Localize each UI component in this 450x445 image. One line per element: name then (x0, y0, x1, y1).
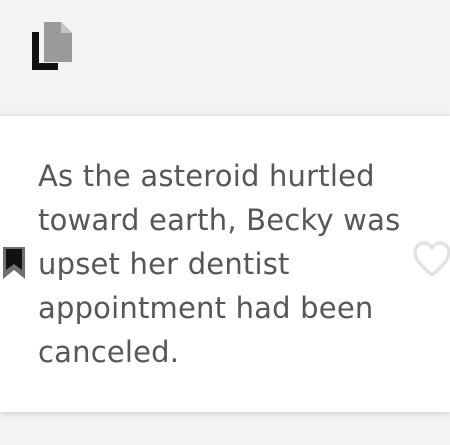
top-bar (0, 0, 450, 100)
sentence-text: As the asteroid hurtled toward earth, Be… (38, 159, 401, 369)
bookmark-icon (3, 247, 25, 279)
bookmark-button[interactable] (2, 246, 26, 280)
copy-icon (32, 22, 72, 70)
heart-outline-icon (413, 241, 450, 277)
like-button[interactable] (412, 240, 450, 280)
copy-button[interactable] (28, 20, 76, 74)
app-screen: As the asteroid hurtled toward earth, Be… (0, 0, 450, 445)
